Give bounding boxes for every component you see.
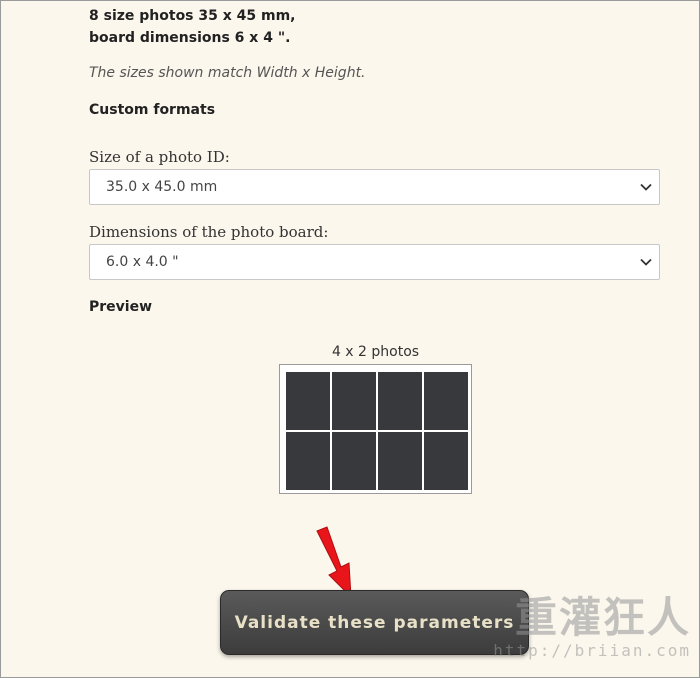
preview-photo: [332, 372, 376, 430]
photo-size-select[interactable]: 35.0 x 45.0 mm: [89, 169, 660, 205]
photo-board-preview: [279, 364, 472, 494]
format-summary: 8 size photos 35 x 45 mm, board dimensio…: [89, 5, 296, 49]
preview-photo: [286, 372, 330, 430]
page: 8 size photos 35 x 45 mm, board dimensio…: [0, 0, 700, 678]
preview-photo: [424, 432, 468, 490]
watermark: 重灌狂人 http://briian.com: [493, 593, 691, 661]
chevron-down-icon: [639, 255, 653, 269]
size-note: The sizes shown match Width x Height.: [89, 65, 366, 81]
preview-photo: [424, 372, 468, 430]
preview-caption: 4 x 2 photos: [331, 344, 420, 360]
photo-size-label: Size of a photo ID:: [89, 148, 230, 166]
preview-heading: Preview: [89, 299, 153, 315]
summary-line-photos: 8 size photos 35 x 45 mm,: [89, 8, 296, 24]
preview-photo: [332, 432, 376, 490]
photo-size-value: 35.0 x 45.0 mm: [106, 179, 218, 195]
summary-line-board: board dimensions 6 x 4 ".: [89, 30, 291, 46]
board-size-label: Dimensions of the photo board:: [89, 223, 329, 241]
watermark-text: 重灌狂人: [514, 593, 691, 642]
chevron-down-icon: [639, 180, 653, 194]
board-size-select[interactable]: 6.0 x 4.0 ": [89, 244, 660, 280]
preview-photo: [378, 432, 422, 490]
custom-formats-heading: Custom formats: [89, 102, 216, 118]
watermark-url: http://briian.com: [493, 641, 691, 660]
preview-photo: [378, 372, 422, 430]
preview-photo: [286, 432, 330, 490]
validate-parameters-button[interactable]: Validate these parameters: [220, 590, 529, 655]
board-size-value: 6.0 x 4.0 ": [106, 254, 179, 270]
